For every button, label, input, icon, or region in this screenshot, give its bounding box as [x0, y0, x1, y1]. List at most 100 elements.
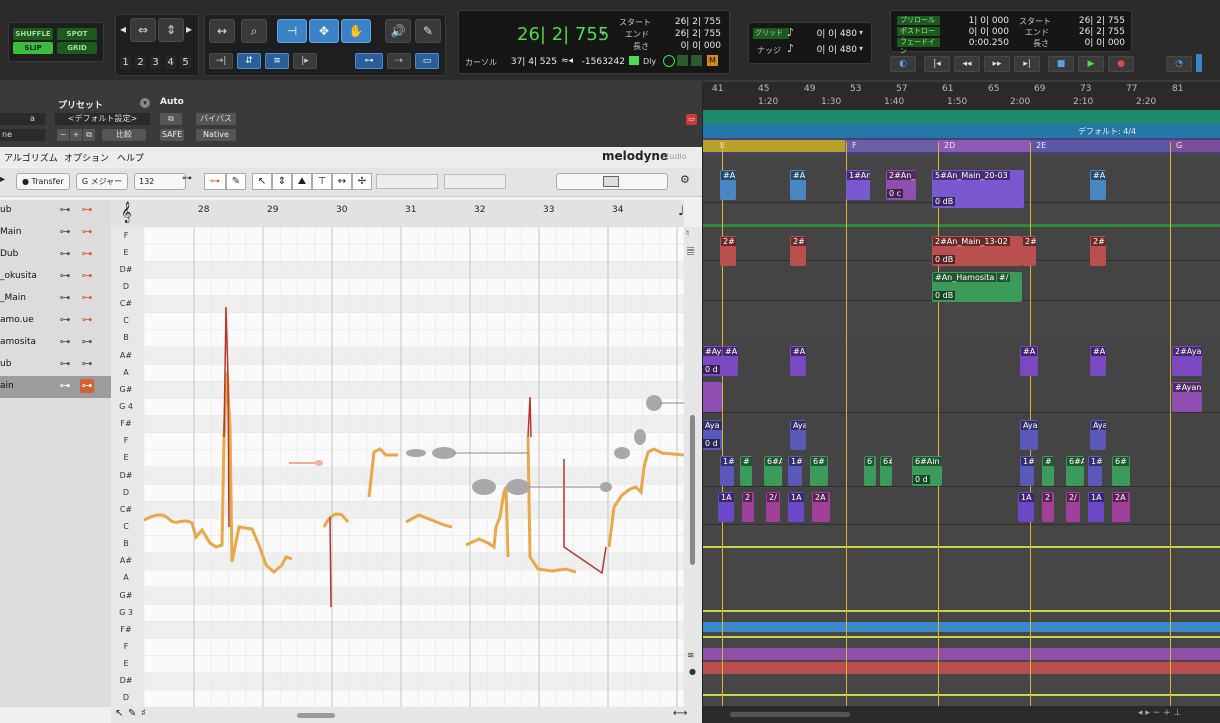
audio-clip[interactable]: 6#A — [1066, 456, 1084, 486]
marker-g[interactable]: G — [1176, 140, 1182, 152]
audio-clip[interactable]: #/ — [996, 272, 1010, 302]
scale-icon[interactable]: 𝄚 — [687, 247, 694, 257]
pitch-tool-icon[interactable]: ⇕ — [272, 173, 292, 190]
audio-clip[interactable]: 5#An_Main_20-03 0 dB — [932, 170, 1024, 208]
horizontal-scrollbar[interactable]: ◂ ▸ − + ⊥ — [700, 706, 1220, 723]
play-icon[interactable]: ▶ — [1078, 56, 1104, 72]
main-counter-value[interactable]: 26| 2| 755 — [517, 24, 609, 45]
delay-label[interactable]: Dly — [643, 57, 656, 66]
markers-ruler[interactable]: E F 2D 2E G — [700, 138, 1220, 154]
fadein-label[interactable]: フェードイン — [897, 38, 940, 55]
horizontal-scroll-thumb[interactable] — [297, 713, 335, 718]
preroll-value[interactable]: 1| 0| 000 — [957, 16, 1009, 26]
audio-clip[interactable]: #A — [1090, 170, 1106, 200]
audio-clip[interactable]: 1# — [1088, 456, 1102, 486]
speaker-icon[interactable]: 🔊 — [385, 19, 411, 43]
close-icon[interactable]: ▭ — [686, 114, 697, 125]
postroll-label[interactable]: ポストロール — [897, 27, 940, 44]
meter-ruler[interactable]: デフォルト: 4/4 — [700, 124, 1220, 138]
audio-clip[interactable]: Aya 0 d — [702, 420, 722, 450]
end-value-2[interactable]: 26| 2| 755 — [1067, 27, 1125, 37]
zoom-slider-handle[interactable] — [603, 176, 619, 187]
preset-menu-icon[interactable]: ▾ — [140, 98, 150, 108]
note-blob[interactable] — [646, 395, 662, 411]
grid-mode-button[interactable]: GRID — [57, 42, 97, 54]
edit-link-icon[interactable]: ⊶ — [80, 225, 94, 239]
zoomer-tool-icon[interactable]: ↔ — [209, 19, 235, 43]
piano-keys-icon[interactable]: ♮ — [686, 229, 689, 239]
fit-horizontal-icon[interactable]: ⟷ — [673, 708, 687, 719]
track-height-zoom-icon[interactable]: ⇕ — [158, 18, 184, 42]
audio-clip[interactable]: #A — [1020, 346, 1038, 376]
zoom-preset-1[interactable]: 1 — [120, 56, 131, 69]
audio-clip[interactable]: 2A — [812, 492, 830, 522]
marker-f[interactable]: F — [852, 140, 857, 152]
pitch-drift-line[interactable] — [329, 516, 332, 608]
audio-clip[interactable]: 1#An_ — [846, 170, 870, 200]
scroll-thumb[interactable] — [730, 712, 850, 717]
audio-clip[interactable]: 1A — [1088, 492, 1104, 522]
go-to-end-icon[interactable]: ▸| — [1014, 56, 1040, 72]
clock-icon[interactable] — [663, 55, 675, 67]
track-item[interactable]: ub ⊶ ⊶ — [0, 354, 111, 376]
audio-strip-purple[interactable] — [700, 648, 1220, 660]
key-selector[interactable]: G メジャー — [76, 173, 128, 190]
zoom-slider[interactable] — [556, 173, 668, 190]
zoom-dot-icon[interactable]: ● — [689, 667, 696, 676]
audio-clip[interactable]: 1A — [1018, 492, 1034, 522]
edit-link-icon[interactable]: ⊶ — [80, 379, 94, 393]
track-item[interactable]: _Main ⊶ ⊶ — [0, 288, 111, 310]
waveform-zoom-icon[interactable]: ⇔ — [130, 18, 156, 42]
formant-tool-icon[interactable]: ⛰ — [292, 173, 312, 190]
copy-settings-icon[interactable]: ⧉ — [160, 113, 182, 125]
gear-icon[interactable]: ⚙ — [680, 173, 690, 186]
grid-value[interactable]: 0| 0| 480 — [809, 29, 857, 39]
track-item[interactable]: _okusita ⊶ ⊶ — [0, 266, 111, 288]
bypass-button[interactable]: バイパス — [196, 113, 236, 125]
edit-link-icon[interactable]: ⊶ — [80, 269, 94, 283]
audio-clip[interactable]: 6 — [864, 456, 876, 486]
menu-algorithm[interactable]: アルゴリズム — [4, 151, 58, 164]
metronome-icon[interactable]: ◔ — [1166, 56, 1192, 72]
start-value[interactable]: 26| 2| 755 — [659, 17, 721, 27]
start-value-2[interactable]: 26| 2| 755 — [1067, 16, 1125, 26]
audio-clip[interactable]: 2A — [1112, 492, 1130, 522]
safe-button[interactable]: SAFE — [160, 129, 184, 141]
vertical-scrollbar[interactable]: ♮ 𝄚 ≋ ● — [684, 227, 702, 707]
plus-icon[interactable]: + — [70, 129, 82, 141]
edit-link-icon[interactable]: ⊶ — [80, 313, 94, 327]
zoom-in-arrow-icon[interactable]: ▸ — [184, 18, 194, 40]
audio-clip[interactable]: Aya — [790, 420, 806, 450]
record-icon[interactable]: ● — [1108, 56, 1134, 72]
pointer-tool-icon[interactable]: ↖ — [252, 173, 272, 190]
tempo-ruler[interactable] — [700, 110, 1220, 124]
audio-clip[interactable]: 1# — [788, 456, 802, 486]
scroll-thumb[interactable] — [690, 415, 695, 565]
grid-label[interactable]: グリッド — [753, 28, 789, 39]
zoom-preset-2[interactable]: 2 — [135, 56, 146, 69]
status-icon[interactable] — [677, 55, 688, 66]
audio-clip[interactable]: #Ayan0 d — [702, 346, 722, 376]
audio-clip[interactable]: 2 — [1042, 492, 1054, 522]
audio-clip[interactable]: #A — [720, 170, 736, 200]
time-ruler[interactable]: 1:20 1:30 1:40 1:50 2:00 2:10 2:20 — [700, 96, 1220, 110]
length-value-2[interactable]: 0| 0| 000 — [1067, 38, 1125, 48]
status-icon-2[interactable] — [691, 55, 702, 66]
note-value-icon[interactable]: ♩ — [678, 204, 684, 219]
stop-icon[interactable]: ■ — [1048, 56, 1074, 72]
audio-clip[interactable]: 2#An_ 0 c — [886, 170, 916, 200]
track-selector[interactable] — [0, 113, 45, 125]
audio-strip-blue[interactable] — [700, 622, 1220, 632]
bars-ruler[interactable]: 41 45 49 53 57 61 65 69 73 77 81 — [700, 82, 1220, 96]
slip-mode-button[interactable]: SLIP — [13, 42, 53, 54]
postroll-value[interactable]: 0| 0| 000 — [957, 27, 1009, 37]
length-value[interactable]: 0| 0| 000 — [659, 41, 721, 51]
audio-clip[interactable]: 2# — [1090, 236, 1106, 266]
preset-dropdown[interactable]: <デフォルト設定> — [55, 113, 150, 125]
rewind-icon[interactable]: ◂◂ — [954, 56, 980, 72]
scroll-arrows-icon[interactable]: ◂ ▸ − + ⊥ — [1138, 708, 1181, 718]
note-blob[interactable] — [614, 447, 630, 459]
online-icon[interactable]: ◐ — [890, 56, 916, 72]
note-editor[interactable] — [144, 227, 684, 707]
link-icon[interactable]: ⊶ — [58, 357, 72, 371]
